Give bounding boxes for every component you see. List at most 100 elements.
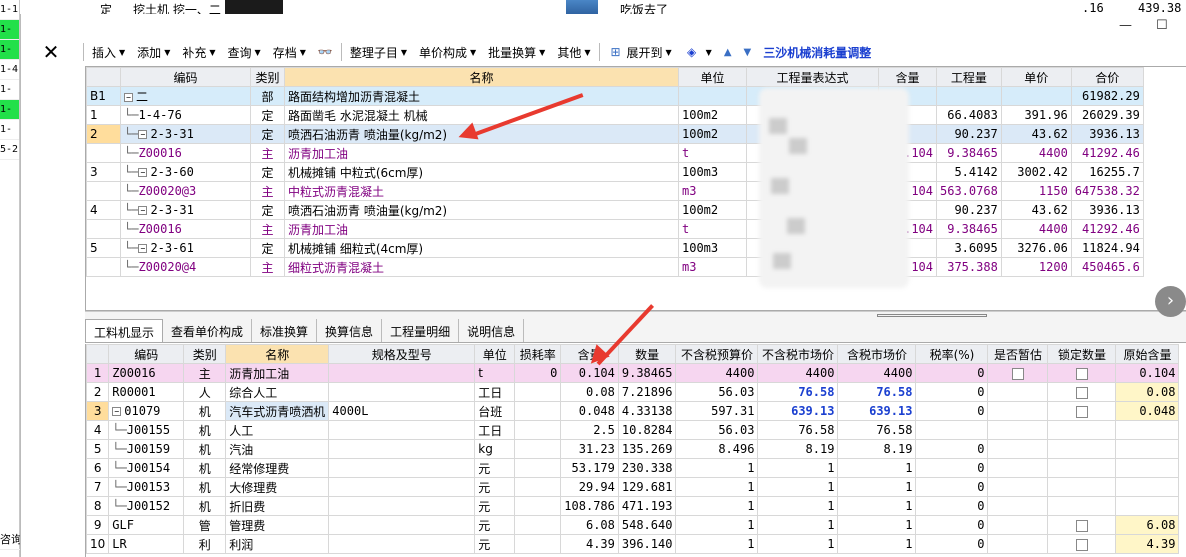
unit-cell[interactable]: 工日 xyxy=(474,420,516,440)
estimate-cell[interactable] xyxy=(987,420,1049,440)
market-cell[interactable]: 8.19 xyxy=(757,439,839,459)
name-cell[interactable]: 沥青加工油 xyxy=(284,143,679,163)
name-cell[interactable]: 路面结构增加沥青混凝土 xyxy=(284,86,679,106)
material-col-header[interactable]: 含税市场价 xyxy=(837,344,917,364)
quota-col-header[interactable]: 编码 xyxy=(120,67,251,87)
total-cell[interactable]: 26029.39 xyxy=(1070,105,1144,125)
type-cell[interactable]: 主 xyxy=(250,257,285,277)
tab-0[interactable]: 工料机显示 xyxy=(85,319,164,342)
material-col-header[interactable]: 类别 xyxy=(183,344,227,364)
quota-row[interactable]: 3 └─ −2-3-60 定机械摊铺 中粒式(6cm厚) 100m3 5.4142 3002… xyxy=(86,162,1144,182)
content-cell[interactable]: 4.39 xyxy=(560,534,619,554)
budget-cell[interactable]: 56.03 xyxy=(675,382,759,402)
collapse-toggle-icon[interactable]: − xyxy=(112,407,122,416)
tax-cell[interactable]: 0 xyxy=(915,401,989,421)
material-row[interactable]: 9 GLF 管管理费元 6.08 548.640 1 1 1 0 6.08 xyxy=(86,515,1180,535)
spec-cell[interactable] xyxy=(328,458,476,478)
code-cell[interactable]: └─ −2-3-31 xyxy=(120,200,251,220)
toolbar-menu2-1[interactable]: 单价构成 ▼ xyxy=(413,41,482,63)
qty-cell[interactable]: 10.8284 xyxy=(617,420,677,440)
unit-cell[interactable]: 100m3 xyxy=(678,162,747,182)
quota-col-header[interactable]: 单位 xyxy=(678,67,747,87)
budget-cell[interactable]: 4400 xyxy=(675,363,759,383)
name-cell[interactable]: 机械摊铺 细粒式(4cm厚) xyxy=(284,238,679,258)
name-cell[interactable]: 喷洒石油沥青 喷油量(kg/m2) xyxy=(284,124,679,144)
quota-col-header[interactable]: 含量 xyxy=(878,67,937,87)
name-cell[interactable]: 经常修理费 xyxy=(225,458,330,478)
toolbar-menu2-0[interactable]: 整理子目 ▼ xyxy=(344,41,413,63)
loss-cell[interactable] xyxy=(514,534,562,554)
name-cell[interactable]: 大修理费 xyxy=(225,477,330,497)
unit-cell[interactable]: 100m2 xyxy=(678,124,747,144)
material-col-header[interactable]: 损耗率 xyxy=(514,344,562,364)
maximize-button[interactable]: ☐ xyxy=(1156,18,1168,33)
code-cell[interactable]: └─Z00020@4 xyxy=(120,257,251,277)
qty-cell[interactable]: 548.640 xyxy=(617,515,677,535)
quota-col-header[interactable]: 合价 xyxy=(1070,67,1144,87)
code-cell[interactable]: └─Z00016 xyxy=(120,143,251,163)
type-cell[interactable]: 利 xyxy=(183,534,227,554)
code-cell[interactable]: └─ −2-3-60 xyxy=(120,162,251,182)
price-cell[interactable]: 3276.06 xyxy=(1000,238,1072,258)
name-cell[interactable]: 人工 xyxy=(225,420,330,440)
material-col-header[interactable]: 不含税市场价 xyxy=(757,344,839,364)
content-cell[interactable]: 0.048 xyxy=(560,401,619,421)
tab-1[interactable]: 查看单价构成 xyxy=(163,319,253,342)
material-col-header[interactable]: 编码 xyxy=(108,344,185,364)
content-cell[interactable]: 31.23 xyxy=(560,439,619,459)
quota-row[interactable]: └─Z00016 主沥青加工油 t 0.104 9.38465 4400 41292.46 xyxy=(86,219,1144,239)
material-row[interactable]: 4 └─J00155 机人工 工日 2.5 10.8284 56.03 76.58 76.58 xyxy=(86,420,1180,440)
name-cell[interactable]: 细粒式沥青混凝土 xyxy=(284,257,679,277)
total-cell[interactable]: 647538.32 xyxy=(1070,181,1144,201)
code-cell[interactable]: GLF xyxy=(108,515,185,535)
total-cell[interactable]: 450465.6 xyxy=(1070,257,1144,277)
qty-cell[interactable]: 4.33138 xyxy=(617,401,677,421)
material-col-header[interactable]: 单位 xyxy=(474,344,516,364)
budget-cell[interactable]: 56.03 xyxy=(675,420,759,440)
material-col-header[interactable]: 税率(%) xyxy=(915,344,989,364)
budget-cell[interactable]: 1 xyxy=(675,534,759,554)
qty-cell[interactable]: 3.6095 xyxy=(936,238,1002,258)
type-cell[interactable]: 定 xyxy=(250,200,285,220)
qty-cell[interactable]: 129.681 xyxy=(617,477,677,497)
lock-cell[interactable] xyxy=(1047,496,1117,516)
lock-checkbox[interactable] xyxy=(1075,386,1088,399)
code-cell[interactable]: −01079 xyxy=(108,401,185,421)
material-row[interactable]: 1 Z00016 主沥青加工油 t 0 0.104 9.38465 4400 4400 4400 0… xyxy=(86,363,1180,383)
toolbar-menu-4[interactable]: 存档 ▼ xyxy=(267,41,312,63)
loss-cell[interactable] xyxy=(514,477,562,497)
loss-cell[interactable] xyxy=(514,401,562,421)
type-cell[interactable]: 机 xyxy=(183,420,227,440)
collapse-toggle-icon[interactable]: − xyxy=(138,130,148,139)
taxmarket-cell[interactable]: 1 xyxy=(837,458,917,478)
name-cell[interactable]: 沥青加工油 xyxy=(225,363,330,383)
material-row[interactable]: 3−01079 机汽车式沥青喷洒机 4000L 台班 0.048 4.33138 597.3… xyxy=(86,401,1180,421)
code-cell[interactable]: └─J00152 xyxy=(108,496,185,516)
splitter-grip[interactable] xyxy=(877,314,987,317)
lock-cell[interactable] xyxy=(1047,420,1117,440)
material-col-header[interactable]: 数量 xyxy=(617,344,677,364)
paint-bucket-button[interactable]: ◈ ▼ xyxy=(678,41,718,63)
taxmarket-cell[interactable]: 76.58 xyxy=(837,420,917,440)
qty-cell[interactable]: 5.4142 xyxy=(936,162,1002,182)
total-cell[interactable]: 41292.46 xyxy=(1070,143,1144,163)
qty-cell[interactable]: 9.38465 xyxy=(936,219,1002,239)
taxmarket-cell[interactable]: 1 xyxy=(837,534,917,554)
unit-cell[interactable] xyxy=(678,86,747,106)
collapse-toggle-icon[interactable]: − xyxy=(138,206,148,215)
orig-cell[interactable]: 0.104 xyxy=(1115,363,1180,383)
tax-cell[interactable]: 0 xyxy=(915,534,989,554)
unit-cell[interactable]: 100m3 xyxy=(678,238,747,258)
toolbar-menu2-2[interactable]: 批量换算 ▼ xyxy=(482,41,551,63)
material-col-header[interactable]: 是否暂估 xyxy=(987,344,1049,364)
tax-cell[interactable]: 0 xyxy=(915,496,989,516)
content-cell[interactable]: 29.94 xyxy=(560,477,619,497)
price-cell[interactable]: 43.62 xyxy=(1000,124,1072,144)
tax-cell[interactable]: 0 xyxy=(915,477,989,497)
estimate-cell[interactable] xyxy=(987,363,1049,383)
close-icon[interactable]: ✕ xyxy=(21,40,81,64)
material-col-header[interactable]: 名称 xyxy=(225,344,330,364)
orig-cell[interactable]: 6.08 xyxy=(1115,515,1180,535)
tax-cell[interactable]: 0 xyxy=(915,458,989,478)
orig-cell[interactable]: 4.39 xyxy=(1115,534,1180,554)
